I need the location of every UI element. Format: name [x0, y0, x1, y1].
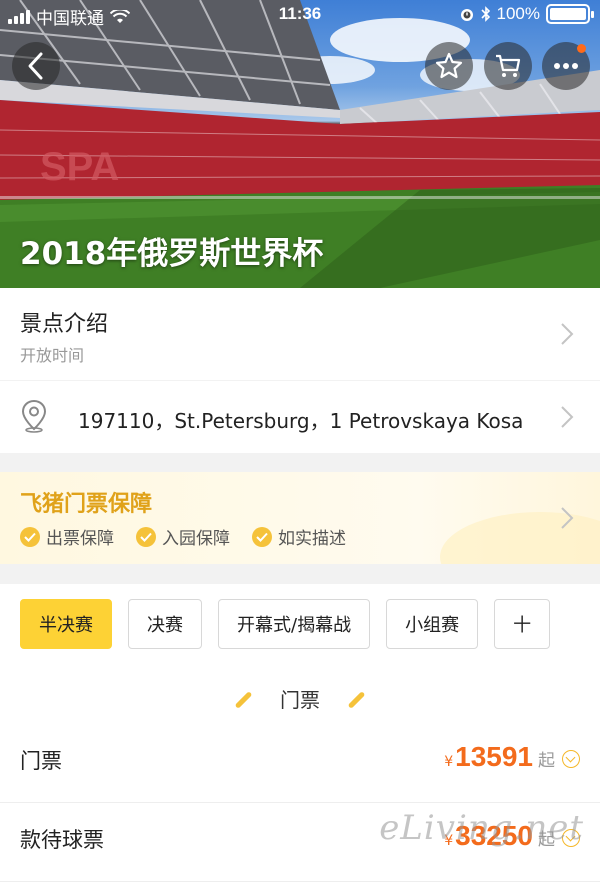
- star-icon: [435, 52, 463, 79]
- section-title: 门票: [280, 688, 320, 712]
- ticket-label: 款待球票: [20, 828, 104, 852]
- guarantee-item: 入园保障: [136, 524, 230, 549]
- svg-text:SPA: SPA: [40, 145, 119, 189]
- tab-semifinal[interactable]: 半决赛: [20, 599, 112, 649]
- back-button[interactable]: [12, 42, 60, 90]
- cart-icon: [496, 54, 521, 77]
- battery-percent: 100%: [496, 4, 540, 23]
- check-icon: [136, 526, 156, 547]
- tab-group-stage[interactable]: 小组赛: [386, 599, 479, 649]
- slash-decoration: [347, 691, 366, 709]
- guarantee-list: 出票保障 入园保障 如实描述: [20, 524, 346, 549]
- chevron-right-icon: [560, 405, 574, 429]
- watermark: eLiving.net: [379, 808, 584, 848]
- expand-circle-icon[interactable]: [562, 750, 580, 768]
- status-bar: 中国联通 11:36 100%: [0, 0, 600, 28]
- battery-icon: [546, 4, 594, 24]
- tab-opening-match[interactable]: 开幕式/揭幕战: [218, 599, 371, 649]
- ticket-label: 门票: [20, 749, 62, 773]
- chevron-right-icon: [560, 322, 574, 346]
- guarantee-item: 如实描述: [252, 524, 346, 549]
- alarm-icon: [460, 9, 473, 21]
- tab-more[interactable]: 十: [494, 599, 551, 649]
- check-icon: [252, 526, 272, 547]
- section-heading: 门票: [0, 684, 600, 713]
- location-pin-icon: [21, 399, 47, 433]
- tab-final[interactable]: 决赛: [128, 599, 202, 649]
- hero-banner: SPA 中国联通 11:36 100% 2018年俄罗斯世界杯: [0, 0, 600, 288]
- favorite-button[interactable]: [425, 42, 473, 90]
- chevron-right-icon: [560, 506, 574, 530]
- intro-title: 景点介绍: [20, 312, 109, 337]
- opening-hours-label: 开放时间: [20, 346, 85, 365]
- address-row[interactable]: 197110，St.Petersburg，1 Petrovskaya Kosa: [0, 381, 600, 453]
- bluetooth-icon: [480, 6, 490, 22]
- check-icon: [20, 526, 40, 547]
- category-tabs: 半决赛 决赛 开幕式/揭幕战 小组赛 十: [20, 599, 551, 649]
- guarantee-item: 出票保障: [20, 524, 114, 549]
- address-text: 197110，St.Petersburg，1 Petrovskaya Kosa: [78, 409, 524, 433]
- notification-dot: [577, 44, 586, 53]
- slash-decoration: [234, 691, 253, 709]
- more-button[interactable]: [542, 42, 590, 90]
- more-icon: [554, 63, 578, 69]
- page-title: 2018年俄罗斯世界杯: [20, 236, 324, 272]
- guarantee-title: 飞猪门票保障: [20, 492, 153, 517]
- ticket-row[interactable]: 门票 ¥ 13591 起: [0, 719, 600, 803]
- intro-row[interactable]: 景点介绍 开放时间: [0, 288, 600, 380]
- ticket-guarantee-banner[interactable]: 飞猪门票保障 出票保障 入园保障 如实描述: [0, 472, 600, 564]
- price-amount: 13591: [455, 741, 533, 772]
- ticket-price: ¥ 13591 起: [444, 741, 580, 773]
- cart-button[interactable]: [484, 42, 532, 90]
- back-icon: [28, 52, 43, 80]
